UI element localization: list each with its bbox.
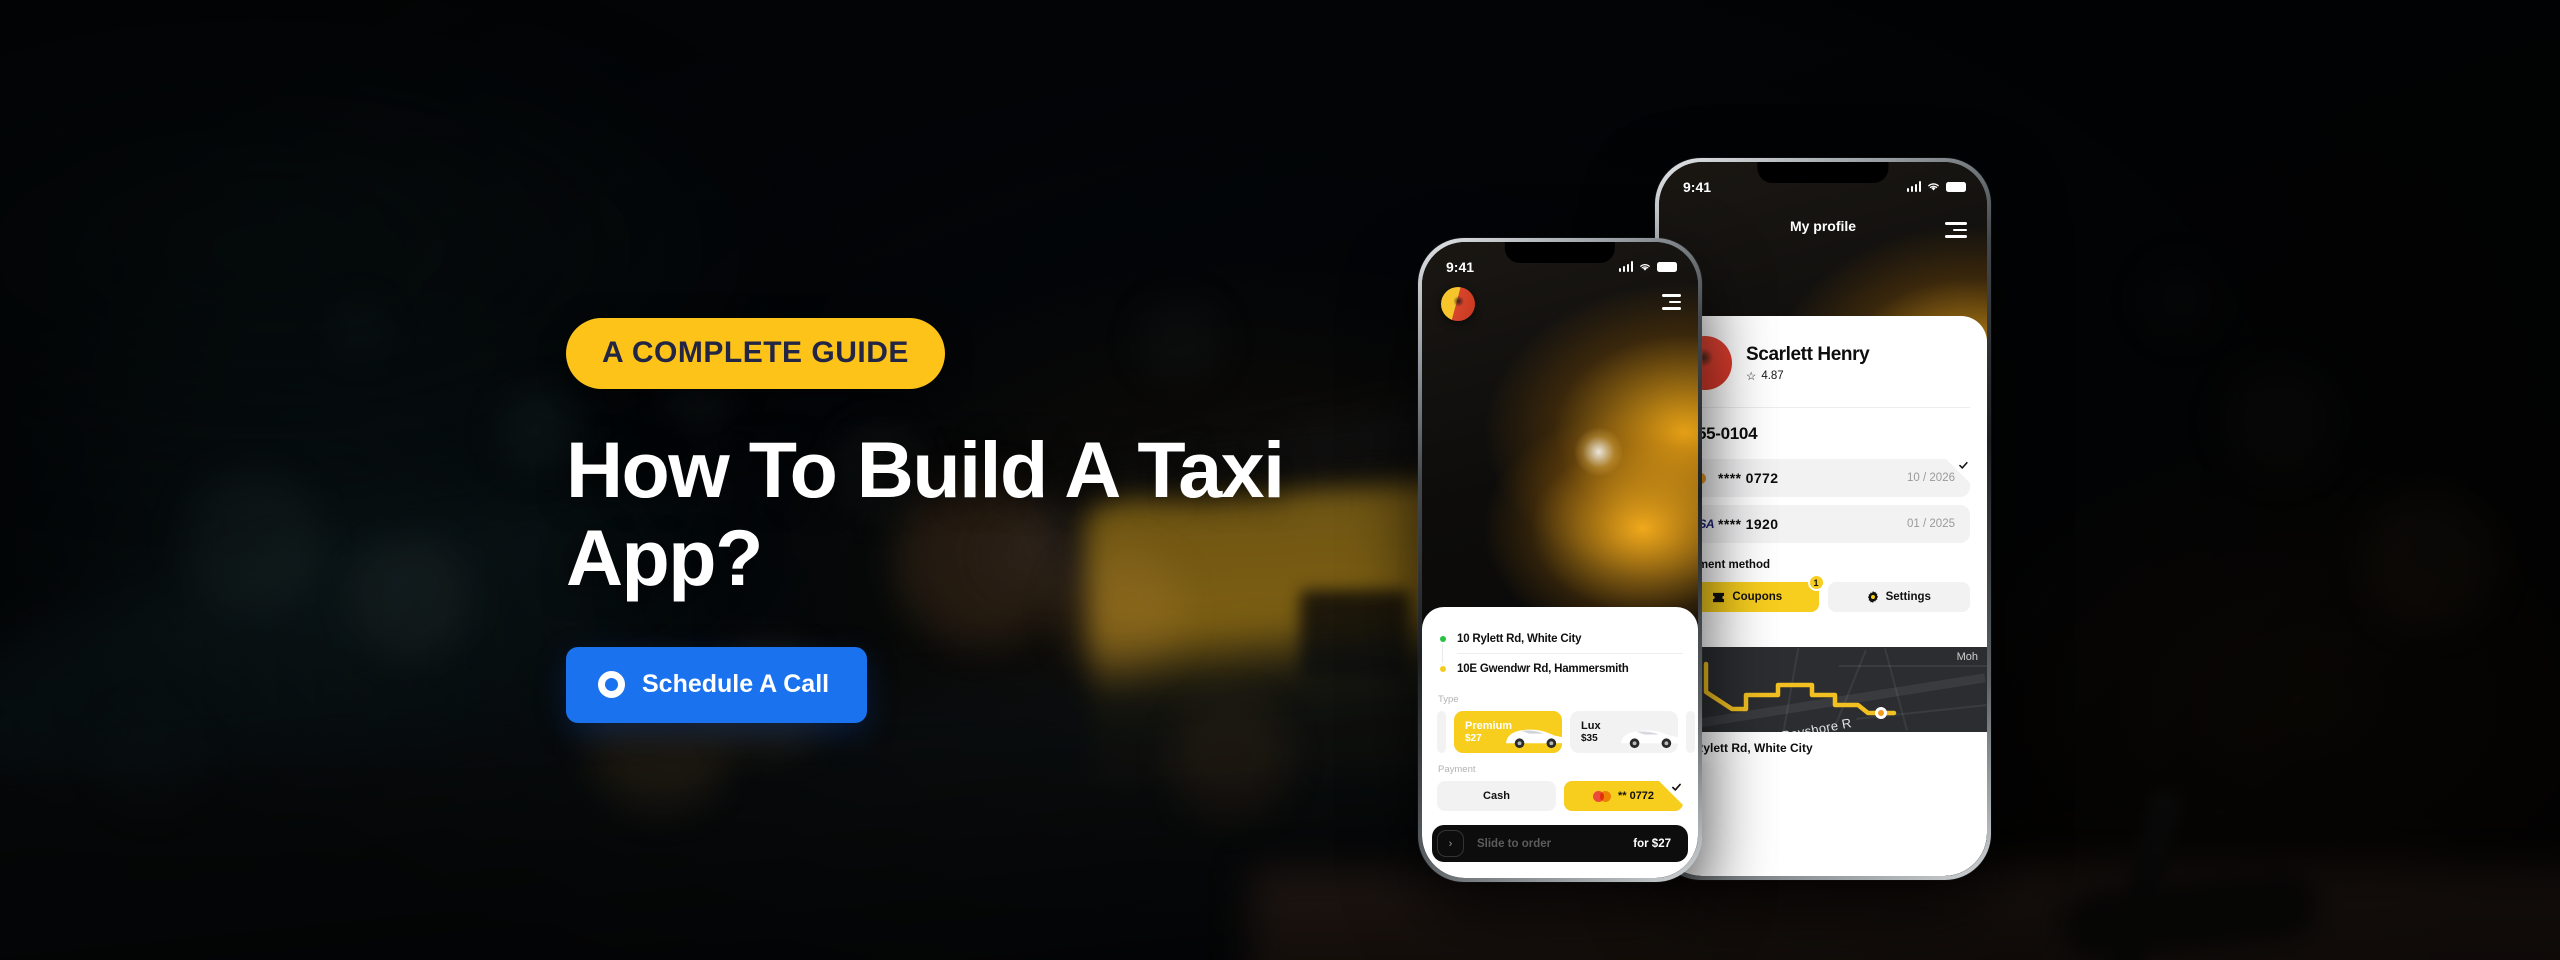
card-number: **** 1920 [1718, 516, 1779, 532]
car-type-chip-partial-right[interactable] [1686, 711, 1695, 753]
coupons-label: Coupons [1732, 591, 1783, 603]
profile-phone-mockup: 9:41 My profile Scarlett Henry ☆ 4.87) … [1655, 158, 1991, 880]
order-sheet: 10 Rylett Rd, White City 10E Gwendwr Rd,… [1422, 607, 1698, 878]
cellular-signal-icon [1618, 261, 1633, 272]
destination-address: 10E Gwendwr Rd, Hammersmith [1457, 662, 1629, 675]
origin-address: 10 Rylett Rd, White City [1457, 632, 1582, 645]
page-title: How To Build A Taxi App? [566, 425, 1285, 603]
card-label: ** 0772 [1617, 790, 1655, 802]
ticket-icon [1713, 592, 1725, 602]
schedule-a-call-label: Schedule A Call [642, 669, 830, 698]
lux-car-icon [1621, 730, 1678, 749]
slide-to-order-control[interactable]: › Slide to order for $27 [1432, 825, 1688, 862]
battery-icon [1657, 261, 1677, 272]
car-type-chip-lux[interactable]: Lux $35 [1570, 711, 1678, 753]
selected-check-corner [1659, 781, 1683, 805]
guide-badge: A COMPLETE GUIDE [566, 318, 945, 389]
payment-section-label: Payment [1438, 764, 1476, 775]
star-icon: ☆ [1746, 370, 1757, 383]
mastercard-icon [1592, 790, 1611, 802]
hamburger-menu-icon[interactable] [1662, 294, 1681, 314]
battery-icon [1946, 181, 1966, 192]
trips-section-label: ips [1676, 612, 1970, 647]
wifi-icon [1640, 263, 1650, 271]
slide-to-order-price: for $27 [1633, 837, 1671, 850]
status-time: 9:41 [1683, 178, 1712, 195]
destination-dot-icon [1437, 663, 1448, 674]
profile-sheet: Scarlett Henry ☆ 4.87 ) 555-0104 **** 07… [1659, 316, 1987, 876]
payment-options: Cash ** 0772 [1437, 781, 1683, 811]
map-destination-pin [1875, 707, 1887, 719]
status-time: 9:41 [1446, 258, 1475, 275]
profile-name: Scarlett Henry [1746, 343, 1870, 365]
profile-header-title: My profile [1789, 218, 1857, 234]
route-origin[interactable]: 10 Rylett Rd, White City [1437, 624, 1683, 653]
car-type-carousel[interactable]: Premium $27 Lux $35 [1422, 711, 1698, 753]
card-expiry: 10 / 2026 [1907, 472, 1955, 484]
map-area-label: Moh [1956, 651, 1978, 663]
payment-option-cash[interactable]: Cash [1437, 781, 1556, 811]
slide-to-order-label: Slide to order [1477, 837, 1552, 850]
profile-phone-number: ) 555-0104 [1678, 424, 1758, 443]
wifi-icon [1928, 183, 1939, 191]
rating-value: 4.87 [1761, 369, 1784, 382]
card-number: **** 0772 [1718, 470, 1779, 486]
settings-button[interactable]: Settings [1827, 582, 1970, 612]
sedan-car-icon [1506, 729, 1562, 749]
order-phone-mockup: 9:41 Time in road 37 min 1 [1418, 238, 1702, 882]
slider-knob[interactable]: › [1437, 830, 1464, 857]
slide-to-order-container: › Slide to order for $27 [1422, 825, 1698, 878]
check-icon [1959, 461, 1968, 469]
cash-label: Cash [1483, 790, 1510, 802]
cellular-signal-icon [1906, 181, 1921, 192]
profile-rating: ☆ 4.87 [1746, 369, 1869, 383]
profile-user-row: Scarlett Henry ☆ 4.87 [1676, 316, 1970, 407]
settings-label: Settings [1885, 591, 1931, 603]
coupons-badge: 1 [1807, 574, 1825, 591]
phone-notch [1757, 162, 1889, 183]
type-section-label: Type [1438, 694, 1459, 705]
phone-notch [1504, 242, 1616, 263]
card-expiry: 01 / 2025 [1907, 518, 1955, 530]
payment-card-row[interactable]: **** 0772 10 / 2026 [1676, 459, 1970, 497]
avatar[interactable] [1441, 287, 1475, 321]
route-destination[interactable]: 10E Gwendwr Rd, Hammersmith [1437, 654, 1683, 683]
gear-icon [1867, 591, 1878, 603]
route-list: 10 Rylett Rd, White City 10E Gwendwr Rd,… [1437, 624, 1683, 683]
payment-option-card[interactable]: ** 0772 [1564, 781, 1683, 811]
record-ring-icon [598, 670, 625, 698]
origin-dot-icon [1437, 633, 1448, 644]
trip-map[interactable]: Moh Bayshore R [1659, 647, 1987, 732]
check-icon [1672, 783, 1681, 791]
hero-copy: A COMPLETE GUIDE How To Build A Taxi App… [566, 318, 1386, 723]
trip-address: 10 Rylett Rd, White City [1678, 741, 1813, 755]
profile-action-buttons: Coupons 1 Settings [1676, 574, 1970, 612]
car-type-chip-partial-left[interactable] [1437, 711, 1446, 753]
schedule-a-call-button[interactable]: Schedule A Call [566, 646, 868, 723]
payment-card-row[interactable]: VISA **** 1920 01 / 2025 [1676, 505, 1970, 543]
car-type-chip-premium[interactable]: Premium $27 [1454, 711, 1562, 753]
